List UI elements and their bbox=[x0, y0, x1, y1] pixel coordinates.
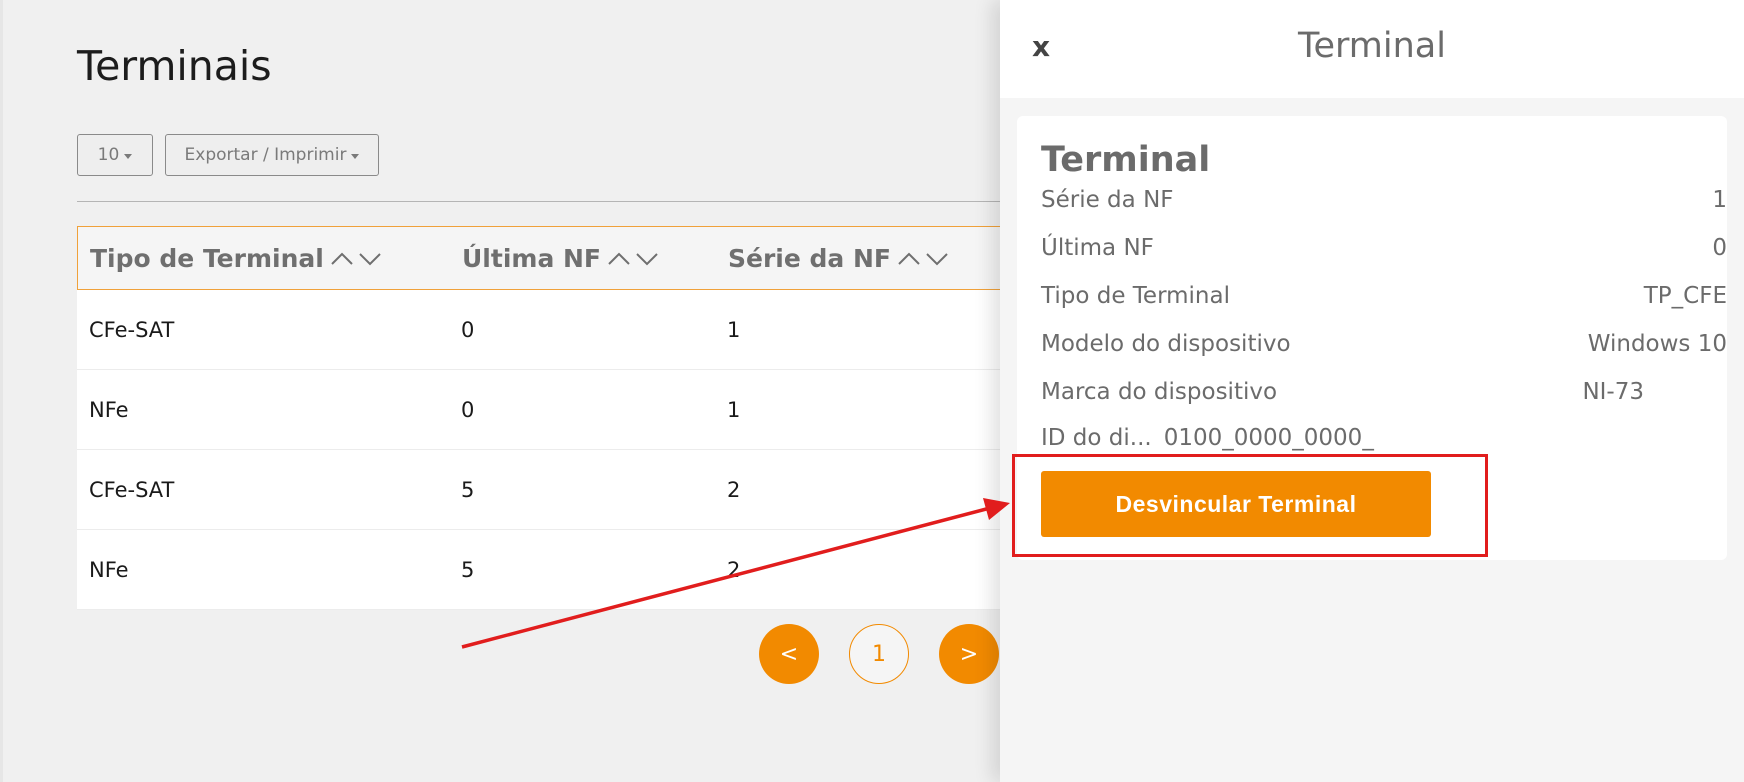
card-title: Terminal bbox=[1041, 140, 1211, 180]
sort-icon[interactable] bbox=[330, 248, 384, 268]
field-label: Marca do dispositivo bbox=[1041, 379, 1278, 405]
field-value: 0 bbox=[1712, 235, 1727, 261]
cell-tipo: CFe-SAT bbox=[89, 317, 175, 342]
field-label: Série da NF bbox=[1041, 187, 1174, 213]
cell-ultima-nf: 5 bbox=[461, 477, 475, 502]
caret-down-icon bbox=[124, 153, 133, 159]
field-tipo-terminal: Tipo de Terminal TP_CFE bbox=[1041, 281, 1727, 311]
column-label: Tipo de Terminal bbox=[90, 243, 324, 273]
next-page-button[interactable]: > bbox=[939, 624, 999, 684]
field-marca-dispositivo: Marca do dispositivo NI-73 bbox=[1041, 377, 1644, 407]
field-value: Windows 10 bbox=[1587, 331, 1727, 357]
field-ultima-nf: Última NF 0 bbox=[1041, 233, 1727, 263]
column-label: Série da NF bbox=[728, 243, 891, 273]
column-header-serie-nf[interactable]: Série da NF bbox=[728, 244, 951, 273]
cell-tipo: NFe bbox=[89, 397, 129, 422]
cell-ultima-nf: 5 bbox=[461, 557, 475, 582]
divider bbox=[77, 201, 1003, 202]
cell-serie: 2 bbox=[727, 477, 741, 502]
field-serie-nf: Série da NF 1 bbox=[1041, 185, 1727, 215]
unlink-terminal-button[interactable]: Desvincular Terminal bbox=[1041, 471, 1431, 537]
field-value: TP_CFE bbox=[1643, 283, 1727, 309]
column-label: Última NF bbox=[462, 243, 602, 273]
main-content: Terminais 10 Exportar / Imprimir Tipo de… bbox=[0, 0, 1003, 782]
field-id-dispositivo: ID do di... 0100_0000_0000_ bbox=[1041, 425, 1374, 451]
drawer-title: Terminal bbox=[1298, 26, 1446, 66]
cell-tipo: CFe-SAT bbox=[89, 477, 175, 502]
cell-serie: 1 bbox=[727, 397, 741, 422]
table-row[interactable]: CFe-SAT 0 1 bbox=[77, 290, 1003, 370]
prev-page-button[interactable]: < bbox=[759, 624, 819, 684]
current-page-button[interactable]: 1 bbox=[849, 624, 909, 684]
field-label: Tipo de Terminal bbox=[1041, 283, 1230, 309]
table-row[interactable]: NFe 5 2 bbox=[77, 530, 1003, 610]
field-value: 1 bbox=[1712, 187, 1727, 213]
field-label: Última NF bbox=[1041, 235, 1154, 261]
table-header: Tipo de Terminal Última NF Série da NF bbox=[77, 226, 1003, 290]
cell-tipo: NFe bbox=[89, 557, 129, 582]
field-modelo-dispositivo: Modelo do dispositivo Windows 10 bbox=[1041, 329, 1727, 359]
drawer-header: x Terminal bbox=[1000, 0, 1744, 98]
terminal-drawer: x Terminal Terminal Série da NF 1 Última… bbox=[1000, 0, 1744, 782]
export-print-dropdown[interactable]: Exportar / Imprimir bbox=[165, 134, 379, 176]
page-title: Terminais bbox=[77, 42, 272, 90]
cell-serie: 1 bbox=[727, 317, 741, 342]
field-value: 0100_0000_0000_ bbox=[1163, 425, 1374, 451]
field-label: Modelo do dispositivo bbox=[1041, 331, 1291, 357]
terminals-table: Tipo de Terminal Última NF Série da NF C… bbox=[77, 226, 1003, 610]
export-print-label: Exportar / Imprimir bbox=[184, 145, 347, 165]
table-row[interactable]: NFe 0 1 bbox=[77, 370, 1003, 450]
sort-icon[interactable] bbox=[607, 248, 661, 268]
cell-ultima-nf: 0 bbox=[461, 397, 475, 422]
cell-ultima-nf: 0 bbox=[461, 317, 475, 342]
cell-serie: 2 bbox=[727, 557, 741, 582]
field-label: ID do di... bbox=[1041, 425, 1152, 451]
table-row[interactable]: CFe-SAT 5 2 bbox=[77, 450, 1003, 530]
page-size-dropdown[interactable]: 10 bbox=[77, 134, 153, 176]
column-header-tipo[interactable]: Tipo de Terminal bbox=[90, 244, 384, 273]
column-header-ultima-nf[interactable]: Última NF bbox=[462, 244, 661, 273]
sort-icon[interactable] bbox=[897, 248, 951, 268]
field-value: NI-73 bbox=[1582, 379, 1644, 405]
page-size-value: 10 bbox=[97, 145, 120, 165]
caret-down-icon bbox=[351, 153, 360, 159]
